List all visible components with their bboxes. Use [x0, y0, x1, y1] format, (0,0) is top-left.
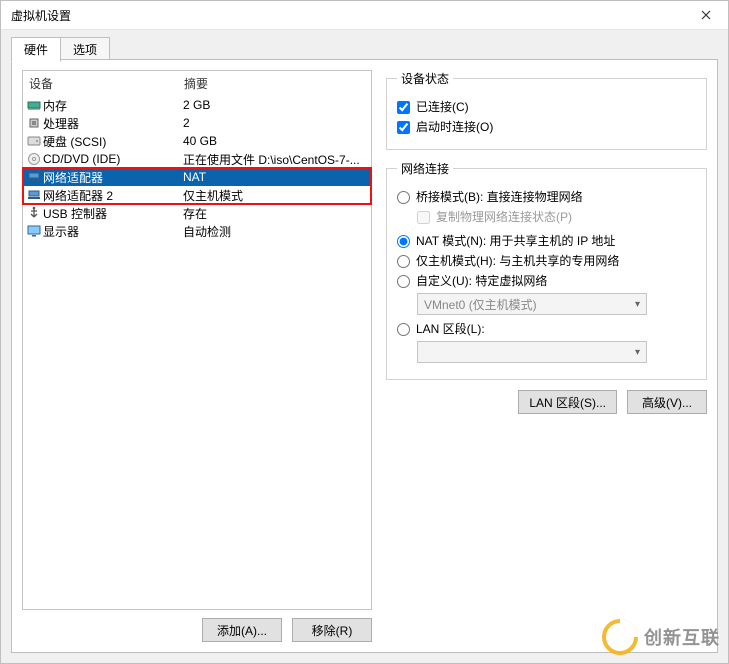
left-buttons: 添加(A)... 移除(R): [22, 618, 372, 642]
hostonly-input[interactable]: [397, 255, 410, 268]
watermark: 创新互联: [602, 619, 720, 655]
device-summary: 2 GB: [183, 98, 369, 112]
hdd-icon: [25, 134, 43, 148]
device-row-1[interactable]: 处理器2: [23, 114, 371, 132]
replicate-checkbox: 复制物理网络连接状态(P): [397, 209, 696, 225]
device-summary: 仅主机模式: [183, 187, 369, 204]
left-column: 设备 摘要 内存2 GB处理器2硬盘 (SCSI)40 GBCD/DVD (ID…: [22, 70, 372, 642]
close-button[interactable]: [684, 1, 728, 29]
chevron-down-icon: ▾: [635, 347, 640, 358]
right-column: 设备状态 已连接(C) 启动时连接(O) 网络连接 桥接模式(B): 直接连接物: [372, 70, 707, 642]
device-summary: 正在使用文件 D:\iso\CentOS-7-...: [183, 151, 369, 168]
replicate-input: [417, 211, 430, 224]
chevron-down-icon: ▾: [635, 299, 640, 310]
network-connection-legend: 网络连接: [397, 160, 453, 177]
lan-select: ▾: [417, 341, 647, 363]
watermark-logo-icon: [602, 619, 638, 655]
net-icon: [25, 188, 43, 202]
device-name: 网络适配器 2: [43, 187, 183, 204]
device-row-6[interactable]: USB 控制器存在: [23, 204, 371, 222]
device-list-header: 设备 摘要: [23, 71, 371, 96]
titlebar: 虚拟机设置: [1, 1, 728, 30]
device-row-0[interactable]: 内存2 GB: [23, 96, 371, 114]
vm-settings-window: 虚拟机设置 硬件选项 设备 摘要 内存2 GB处理器2硬盘 (SCSI)40 G…: [0, 0, 729, 664]
device-name: 网络适配器: [43, 169, 183, 186]
network-connection-group: 网络连接 桥接模式(B): 直接连接物理网络 复制物理网络连接状态(P) NAT…: [386, 160, 707, 380]
usb-icon: [25, 206, 43, 220]
connect-at-poweron-checkbox[interactable]: 启动时连接(O): [397, 119, 696, 135]
device-summary: 自动检测: [183, 223, 369, 240]
device-name: 显示器: [43, 223, 183, 240]
device-summary: 40 GB: [183, 134, 369, 148]
lan-input[interactable]: [397, 323, 410, 336]
advanced-button[interactable]: 高级(V)...: [627, 390, 707, 414]
tab-hardware[interactable]: 硬件: [11, 37, 61, 62]
device-name: 处理器: [43, 115, 183, 132]
bridged-input[interactable]: [397, 191, 410, 204]
nat-input[interactable]: [397, 235, 410, 248]
device-state-legend: 设备状态: [397, 70, 453, 87]
device-name: 内存: [43, 97, 183, 114]
connected-input[interactable]: [397, 101, 410, 114]
lan-radio[interactable]: LAN 区段(L):: [397, 321, 696, 337]
connect-at-poweron-input[interactable]: [397, 121, 410, 134]
device-state-group: 设备状态 已连接(C) 启动时连接(O): [386, 70, 707, 150]
device-row-5[interactable]: 网络适配器 2仅主机模式: [23, 186, 371, 204]
lan-segments-button[interactable]: LAN 区段(S)...: [518, 390, 617, 414]
header-summary: 摘要: [184, 75, 365, 92]
bridged-radio[interactable]: 桥接模式(B): 直接连接物理网络: [397, 189, 696, 205]
device-name: CD/DVD (IDE): [43, 152, 183, 166]
watermark-text: 创新互联: [644, 624, 720, 650]
nat-radio[interactable]: NAT 模式(N): 用于共享主机的 IP 地址: [397, 233, 696, 249]
hostonly-radio[interactable]: 仅主机模式(H): 与主机共享的专用网络: [397, 253, 696, 269]
device-row-7[interactable]: 显示器自动检测: [23, 222, 371, 240]
right-buttons: LAN 区段(S)... 高级(V)...: [386, 390, 707, 414]
window-title: 虚拟机设置: [1, 7, 684, 24]
device-summary: 存在: [183, 205, 369, 222]
device-name: 硬盘 (SCSI): [43, 133, 183, 150]
device-row-4[interactable]: 网络适配器NAT: [23, 168, 371, 186]
custom-radio[interactable]: 自定义(U): 特定虚拟网络: [397, 273, 696, 289]
hardware-panel: 设备 摘要 内存2 GB处理器2硬盘 (SCSI)40 GBCD/DVD (ID…: [11, 59, 718, 653]
cpu-icon: [25, 116, 43, 130]
mem-icon: [25, 98, 43, 112]
device-row-3[interactable]: CD/DVD (IDE)正在使用文件 D:\iso\CentOS-7-...: [23, 150, 371, 168]
device-summary: 2: [183, 116, 369, 130]
device-row-2[interactable]: 硬盘 (SCSI)40 GB: [23, 132, 371, 150]
display-icon: [25, 224, 43, 238]
remove-button[interactable]: 移除(R): [292, 618, 372, 642]
add-button[interactable]: 添加(A)...: [202, 618, 282, 642]
net-icon: [25, 170, 43, 184]
device-name: USB 控制器: [43, 205, 183, 222]
device-summary: NAT: [183, 170, 369, 184]
cd-icon: [25, 152, 43, 166]
custom-select: VMnet0 (仅主机模式) ▾: [417, 293, 647, 315]
header-device: 设备: [29, 75, 184, 92]
device-list[interactable]: 设备 摘要 内存2 GB处理器2硬盘 (SCSI)40 GBCD/DVD (ID…: [22, 70, 372, 610]
close-icon: [701, 10, 711, 20]
tabs: 硬件选项: [11, 36, 718, 60]
connected-checkbox[interactable]: 已连接(C): [397, 99, 696, 115]
custom-input[interactable]: [397, 275, 410, 288]
